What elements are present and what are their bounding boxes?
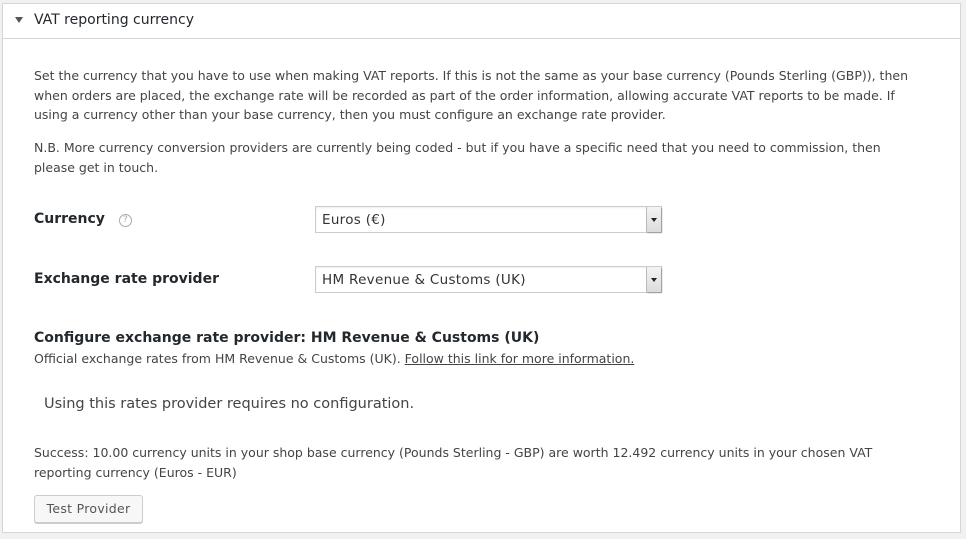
- currency-label: Currency?: [34, 211, 132, 227]
- note-paragraph: N.B. More currency conversion providers …: [34, 140, 881, 175]
- currency-label-text: Currency: [34, 211, 105, 227]
- configure-description-text: Official exchange rates from HM Revenue …: [34, 351, 401, 366]
- panel-content: Set the currency that you have to use wh…: [34, 66, 924, 523]
- success-message: Success: 10.00 currency units in your sh…: [34, 445, 873, 480]
- provider-select[interactable]: HM Revenue & Customs (UK): [315, 266, 662, 293]
- currency-select-value: Euros (€): [322, 212, 386, 228]
- vat-currency-panel: VAT reporting currency Set the currency …: [2, 3, 961, 533]
- configure-description: Official exchange rates from HM Revenue …: [34, 351, 634, 366]
- intro-paragraph: Set the currency that you have to use wh…: [34, 68, 908, 122]
- no-config-message: Using this rates provider requires no co…: [44, 396, 415, 412]
- panel-title: VAT reporting currency: [34, 12, 195, 28]
- collapse-toggle-icon[interactable]: [15, 17, 23, 23]
- currency-select[interactable]: Euros (€): [315, 206, 662, 233]
- chevron-down-icon[interactable]: [646, 267, 661, 292]
- chevron-down-icon[interactable]: [646, 207, 661, 232]
- panel-header[interactable]: VAT reporting currency: [3, 4, 960, 39]
- more-info-link[interactable]: Follow this link for more information.: [405, 351, 635, 366]
- test-provider-button[interactable]: Test Provider: [34, 495, 143, 523]
- provider-select-value: HM Revenue & Customs (UK): [322, 272, 526, 288]
- provider-label: Exchange rate provider: [34, 271, 219, 287]
- help-icon[interactable]: ?: [118, 214, 132, 227]
- configure-heading: Configure exchange rate provider: HM Rev…: [34, 330, 540, 346]
